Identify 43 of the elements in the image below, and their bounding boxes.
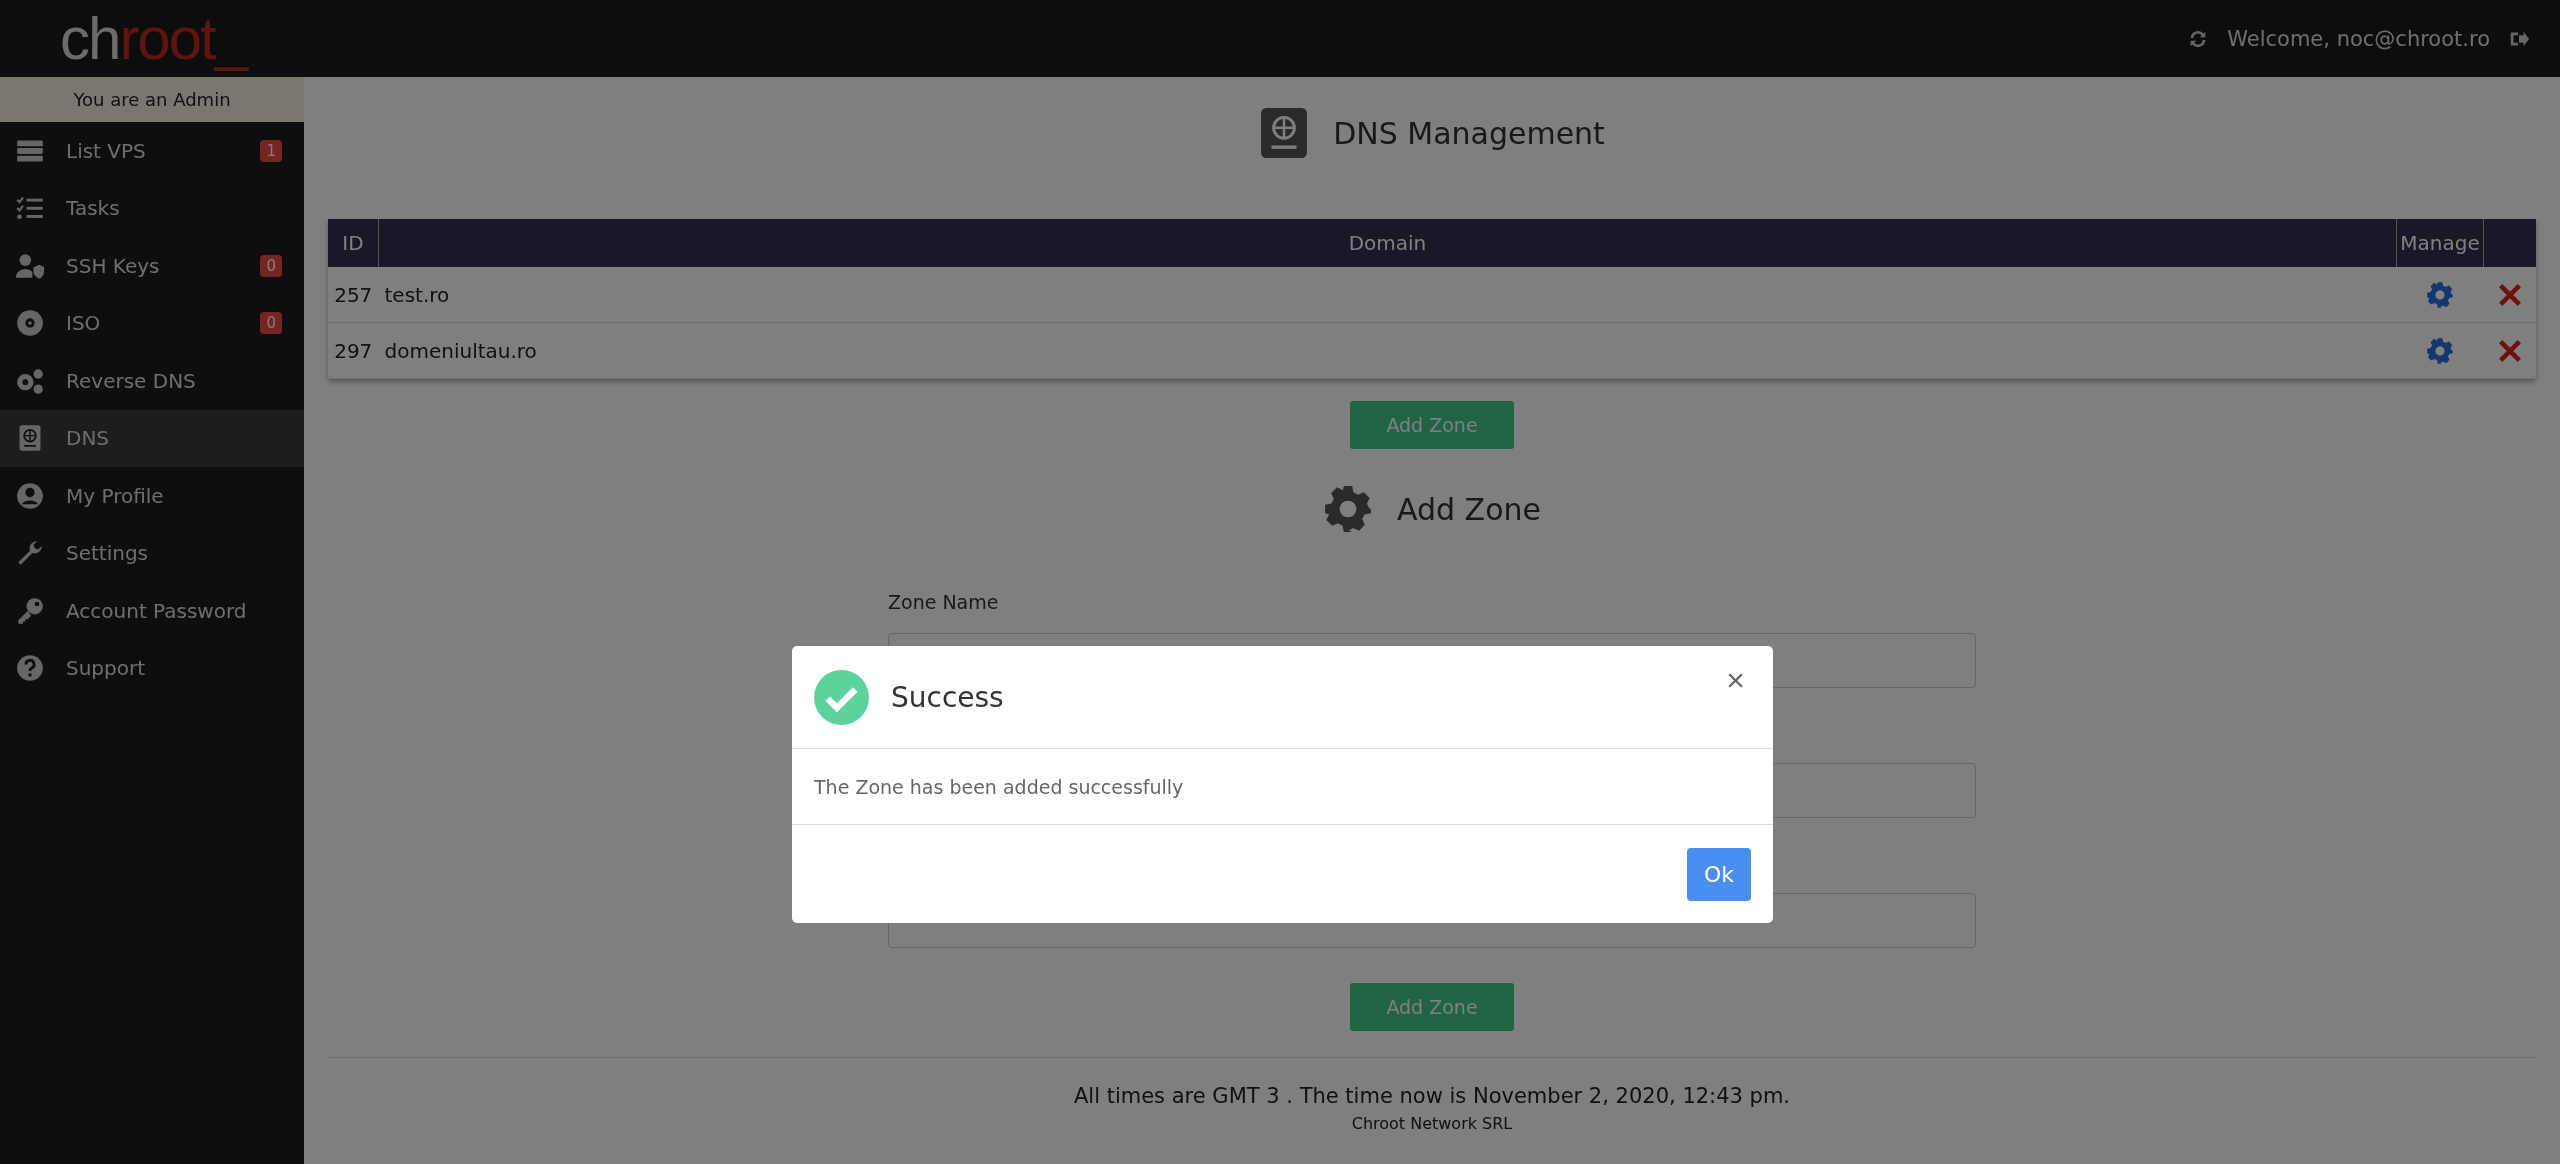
- sidebar-item[interactable]: List VPS 1: [0, 122, 304, 180]
- dialog-title: Success: [891, 680, 1005, 714]
- settings-icon[interactable]: [2426, 280, 2454, 309]
- table-cell: 257: [328, 267, 379, 323]
- sidebar-item[interactable]: ISO 0: [0, 294, 304, 352]
- sidebar-item[interactable]: Settings: [0, 524, 304, 582]
- count-badge: 0: [260, 312, 282, 335]
- page-title: DNS Management: [1333, 115, 1605, 151]
- passport-icon: [1259, 105, 1310, 161]
- role-banner: You are an Admin: [0, 77, 304, 122]
- key-icon: [16, 596, 44, 625]
- field-label: Zone Name: [888, 591, 1000, 615]
- company-name: Chroot Network SRL: [1351, 1114, 1513, 1133]
- table-cell: 297: [328, 322, 379, 379]
- table-cell: test.ro: [384, 282, 450, 307]
- column-header: ID: [328, 219, 379, 267]
- count-badge: 1: [260, 139, 282, 162]
- settings-icon[interactable]: [2426, 336, 2454, 365]
- user-icon: [16, 481, 44, 510]
- sidebar-item[interactable]: Support: [0, 639, 304, 697]
- logo[interactable]: chroot_: [60, 8, 247, 69]
- time-note: All times are GMT 3 . The time now is November 2, 2020, 12:43 pm.: [1073, 1084, 1791, 1108]
- sidebar-item[interactable]: My Profile: [0, 467, 304, 525]
- column-header: Manage: [2396, 219, 2484, 267]
- gears-icon: [16, 366, 44, 395]
- passport-icon: [16, 424, 44, 453]
- column-header: Domain: [378, 219, 2397, 267]
- close-button[interactable]: ×: [1720, 664, 1751, 696]
- disc-icon: [16, 309, 44, 338]
- table-cell: domeniultau.ro: [384, 338, 537, 363]
- sidebar-item[interactable]: Tasks: [0, 179, 304, 237]
- check-icon: [814, 669, 869, 725]
- welcome-text: Welcome, noc@chroot.ro: [2227, 26, 2490, 51]
- help-icon: [16, 654, 44, 683]
- dialog-message: The Zone has been added successfully: [792, 749, 1773, 825]
- sidebar-item[interactable]: Account Password: [0, 582, 304, 640]
- sidebar-item[interactable]: SSH Keys 0: [0, 237, 304, 295]
- ok-button[interactable]: Ok: [1687, 847, 1751, 901]
- sidebar-item[interactable]: DNS: [0, 409, 304, 467]
- user-shield-icon: [16, 251, 44, 280]
- count-badge: 0: [260, 254, 282, 277]
- section-title: Add Zone: [1397, 491, 1541, 527]
- sidebar-item[interactable]: Reverse DNS: [0, 352, 304, 410]
